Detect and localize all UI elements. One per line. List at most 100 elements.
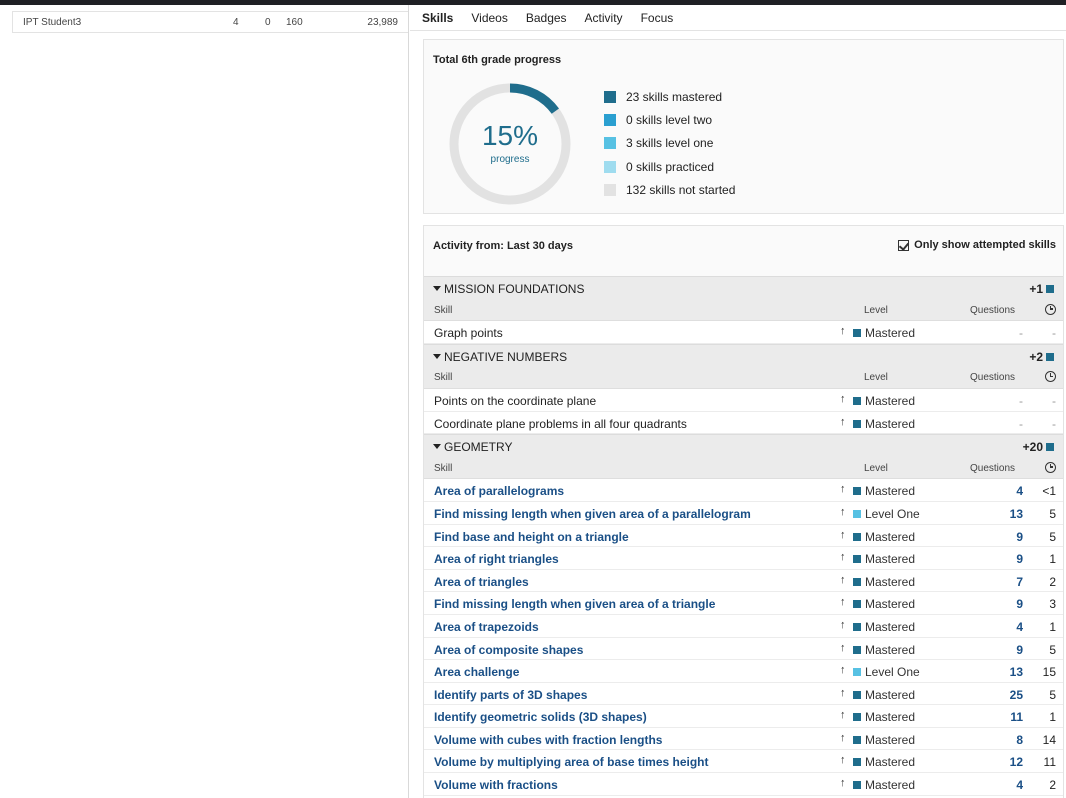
table-row[interactable]: Identify parts of 3D shapes ↑ Mastered 25 5: [424, 682, 1063, 706]
section-name[interactable]: MISSION FOUNDATIONS: [444, 282, 584, 296]
skill-time: 5: [1049, 529, 1056, 544]
table-row[interactable]: Area of trapezoids ↑ Mastered 4 1: [424, 614, 1063, 638]
progress-legend: 23 skills mastered 0 skills level two 3 …: [604, 85, 735, 201]
skill-level: Mastered: [865, 732, 916, 747]
legend-swatch: [604, 183, 616, 196]
table-row[interactable]: Volume by multiplying area of base times…: [424, 750, 1063, 774]
skill-name[interactable]: Find base and height on a triangle: [434, 530, 629, 544]
student-row[interactable]: IPT Student3 4 0 160 23,989: [12, 11, 408, 33]
level-square-icon: [853, 577, 861, 586]
caret-down-icon[interactable]: [433, 444, 441, 450]
table-row[interactable]: Area of composite shapes ↑ Mastered 9 5: [424, 637, 1063, 661]
skill-level: Mastered: [865, 778, 916, 793]
tab-badges[interactable]: Badges: [526, 11, 567, 29]
section-name[interactable]: NEGATIVE NUMBERS: [444, 350, 567, 364]
section-header[interactable]: MISSION FOUNDATIONS +1: [424, 276, 1063, 299]
section-name[interactable]: GEOMETRY: [444, 440, 512, 454]
tab-focus[interactable]: Focus: [641, 11, 674, 29]
skill-name[interactable]: Area of right triangles: [434, 552, 559, 566]
skill-name[interactable]: Find missing length when given area of a…: [434, 507, 751, 521]
skill-time: 5: [1049, 687, 1056, 702]
level-square-icon: [853, 622, 861, 631]
legend-label: 0 skills level two: [626, 112, 713, 127]
skill-time: 5: [1049, 506, 1056, 521]
skill-name[interactable]: Identify geometric solids (3D shapes): [434, 710, 647, 724]
table-row[interactable]: Area challenge ↑ Level One 13 15: [424, 660, 1063, 683]
only-attempted-toggle[interactable]: Only show attempted skills: [898, 239, 1056, 251]
skill-questions[interactable]: 11: [1003, 710, 1023, 724]
table-row[interactable]: Area of parallelograms ↑ Mastered 4 <1: [424, 479, 1063, 502]
skill-name[interactable]: Area of parallelograms: [434, 484, 564, 498]
skill-questions[interactable]: 25: [1003, 688, 1023, 702]
section-count: +20: [1022, 440, 1043, 455]
skill-level: Mastered: [865, 416, 916, 431]
level-square-icon: [853, 487, 861, 496]
level-square-icon: [853, 781, 861, 790]
skill-time: -: [1052, 416, 1056, 431]
skill-questions[interactable]: 9: [1003, 530, 1023, 544]
skill-questions[interactable]: 12: [1003, 755, 1023, 769]
student-stat: 0: [265, 17, 271, 28]
skill-name[interactable]: Volume with cubes with fraction lengths: [434, 733, 662, 747]
arrow-up-icon: ↑: [840, 754, 846, 767]
skill-name[interactable]: Area challenge: [434, 665, 519, 679]
table-row[interactable]: Volume with fractions ↑ Mastered 4 2: [424, 773, 1063, 796]
caret-down-icon[interactable]: [433, 286, 441, 291]
caret-down-icon[interactable]: [433, 353, 441, 359]
skill-questions[interactable]: 4: [1003, 778, 1023, 792]
table-row[interactable]: Volume with cubes with fraction lengths ↑…: [424, 727, 1063, 751]
table-row[interactable]: Identify geometric solids (3D shapes) ↑ Ma…: [424, 705, 1063, 728]
arrow-up-icon: ↑: [840, 731, 846, 744]
skill-name[interactable]: Area of trapezoids: [434, 620, 539, 634]
clock-icon: [1045, 461, 1056, 473]
arrow-up-icon: ↑: [840, 505, 846, 518]
skill-time: 14: [1042, 732, 1056, 747]
skill-questions[interactable]: 9: [1003, 643, 1023, 657]
skill-questions[interactable]: 7: [1003, 575, 1023, 589]
table-row[interactable]: Find missing length when given area of a…: [424, 592, 1063, 615]
table-row[interactable]: Find missing length when given area of a…: [424, 501, 1063, 525]
progress-card: Total 6th grade progress 15% progress 23…: [423, 39, 1064, 214]
skill-questions[interactable]: 13: [1003, 665, 1023, 679]
skill-questions[interactable]: 9: [1003, 552, 1023, 566]
arrow-up-icon: ↑: [840, 528, 846, 541]
legend-level-one: 3 skills level one: [604, 132, 735, 155]
arrow-up-icon: ↑: [840, 686, 846, 699]
skill-name[interactable]: Area of composite shapes: [434, 643, 583, 657]
column-level: Level: [864, 304, 888, 316]
student-stat: 4: [233, 17, 239, 28]
progress-title: Total 6th grade progress: [433, 54, 562, 66]
skill-questions[interactable]: 9: [1003, 597, 1023, 611]
table-row[interactable]: Area of triangles ↑ Mastered 7 2: [424, 569, 1063, 593]
activity-range[interactable]: Activity from: Last 30 days: [433, 240, 573, 252]
table-row: Graph points ↑ Mastered - -: [424, 321, 1063, 344]
skill-time: <1: [1042, 484, 1056, 499]
skill-time: 5: [1049, 642, 1056, 657]
skill-questions[interactable]: 13: [1003, 507, 1023, 521]
progress-percent: 15%: [481, 120, 539, 151]
skill-name[interactable]: Volume by multiplying area of base times…: [434, 755, 709, 769]
section-header[interactable]: NEGATIVE NUMBERS +2: [424, 343, 1063, 367]
column-skill: Skill: [434, 462, 453, 474]
tab-skills[interactable]: Skills: [422, 11, 453, 29]
skill-name[interactable]: Area of triangles: [434, 575, 529, 589]
mastered-square-icon: [1046, 443, 1054, 452]
skill-name[interactable]: Identify parts of 3D shapes: [434, 688, 587, 702]
student-name: IPT Student3: [23, 17, 82, 28]
column-level: Level: [864, 462, 888, 474]
tab-videos[interactable]: Videos: [471, 11, 507, 29]
checkbox-checked-icon[interactable]: [898, 239, 910, 251]
skill-level: Mastered: [865, 619, 916, 634]
table-row[interactable]: Find base and height on a triangle ↑ Maste…: [424, 524, 1063, 548]
skill-name[interactable]: Volume with fractions: [434, 778, 558, 792]
skill-questions[interactable]: 4: [1003, 484, 1023, 498]
legend-swatch: [604, 113, 616, 126]
skill-name[interactable]: Find missing length when given area of a…: [434, 597, 715, 611]
skill-questions[interactable]: 8: [1003, 733, 1023, 747]
section-header[interactable]: GEOMETRY +20: [424, 434, 1063, 457]
skill-questions[interactable]: 4: [1003, 620, 1023, 634]
legend-mastered: 23 skills mastered: [604, 85, 735, 108]
level-square-icon: [853, 645, 861, 654]
tab-activity[interactable]: Activity: [585, 11, 623, 29]
table-row[interactable]: Area of right triangles ↑ Mastered 9 1: [424, 547, 1063, 570]
